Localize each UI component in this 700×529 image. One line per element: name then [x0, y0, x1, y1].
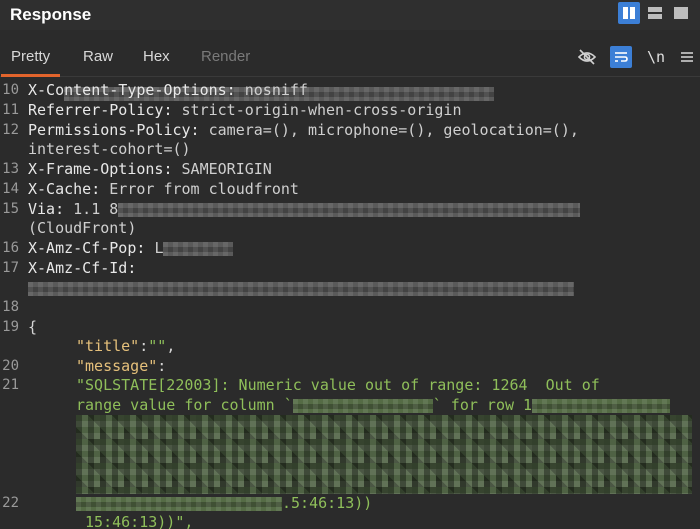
header-line-wrap: (CloudFront): [28, 219, 137, 237]
split-horizontal-icon[interactable]: [644, 2, 666, 24]
newline-icon[interactable]: \n: [645, 46, 667, 68]
line-number: 18: [2, 299, 19, 315]
tab-pretty[interactable]: Pretty: [0, 40, 61, 77]
header-line: Via: 1.1 8: [28, 200, 581, 219]
header-line: X-Amz-Cf-Id:: [28, 259, 137, 277]
header-line-wrap: interest-cohort=(): [28, 140, 191, 158]
header-line: Referrer-Policy: strict-origin-when-cros…: [28, 101, 462, 119]
line-number: 14: [2, 181, 19, 197]
response-header: Response: [0, 0, 700, 30]
line-number: 19: [2, 319, 19, 335]
response-editor[interactable]: 10 X-Content-Type-Options: nosniff 11 Re…: [0, 78, 700, 529]
split-vertical-icon[interactable]: [618, 2, 640, 24]
view-tabs: Pretty Raw Hex Render \n: [0, 40, 700, 77]
line-number: 16: [2, 240, 19, 256]
redacted-block: [76, 415, 696, 494]
tab-render: Render: [201, 48, 251, 65]
redacted-text: [118, 202, 581, 217]
header-line: Permissions-Policy: camera=(), microphon…: [28, 121, 579, 139]
line-number: 10: [2, 82, 19, 98]
menu-icon[interactable]: [676, 46, 698, 68]
line-number: 22: [2, 495, 19, 511]
json-message-line: "SQLSTATE[22003]: Numeric value out of r…: [76, 376, 600, 394]
redacted-text: [532, 398, 671, 413]
eye-off-icon[interactable]: [576, 46, 598, 68]
header-line: X-Amz-Cf-Pop: L: [28, 239, 234, 258]
layout-buttons: [618, 2, 692, 24]
line-number: 17: [2, 260, 19, 276]
line-number: 20: [2, 358, 19, 374]
json-open-brace: {: [28, 318, 38, 336]
line-number: 11: [2, 102, 19, 118]
header-line: X-Content-Type-Options: nosniff: [28, 81, 308, 99]
wrap-icon[interactable]: [610, 46, 632, 68]
header-line-wrap: [28, 279, 574, 298]
single-pane-icon[interactable]: [670, 2, 692, 24]
line-number: 21: [2, 377, 19, 393]
redacted-text: [163, 241, 234, 256]
newline-label: \n: [646, 48, 666, 66]
line-number: 15: [2, 201, 19, 217]
header-line: X-Frame-Options: SAMEORIGIN: [28, 160, 272, 178]
line-number: 12: [2, 122, 19, 138]
line-number: 13: [2, 161, 19, 177]
json-message-line: 15:46:13))",: [76, 513, 194, 529]
panel-title: Response: [10, 5, 92, 24]
json-message-line: range value for column ` ` for row 1: [76, 396, 671, 415]
json-title-line: "title":"",: [76, 337, 176, 355]
json-message-line: .5:46:13)): [76, 494, 372, 513]
scrollbar[interactable]: [692, 78, 700, 529]
redacted-text: [28, 281, 574, 296]
redacted-text: [292, 398, 433, 413]
tab-hex[interactable]: Hex: [143, 40, 170, 76]
redacted-text: [76, 496, 282, 511]
tab-raw[interactable]: Raw: [83, 40, 113, 76]
header-line: X-Cache: Error from cloudfront: [28, 180, 299, 198]
json-message-key-line: "message":: [76, 357, 167, 375]
